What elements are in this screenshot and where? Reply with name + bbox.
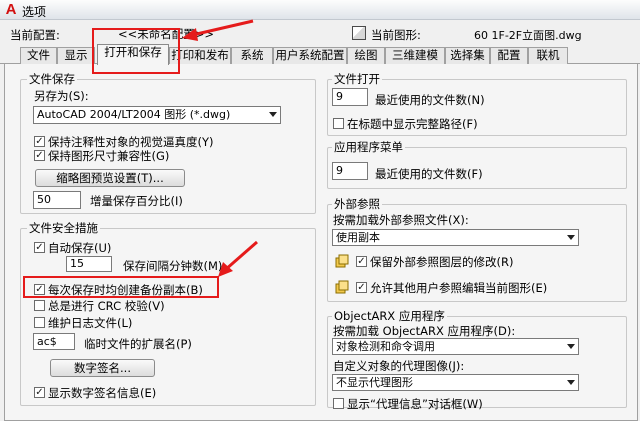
crc-check-label: 总是进行 CRC 校验(V) xyxy=(48,299,165,313)
file-open-legend: 文件打开 xyxy=(332,71,382,87)
incremental-save-label: 增量保存百分比(I) xyxy=(90,194,183,208)
show-proxy-dialog-checkbox[interactable] xyxy=(333,398,344,409)
keep-annotative-checkbox[interactable]: ✓ xyxy=(34,136,45,147)
tab-profiles[interactable]: 配置 xyxy=(490,47,528,64)
open-recent-files-input[interactable]: 9 xyxy=(332,88,368,106)
temp-extension-label: 临时文件的扩展名(P) xyxy=(84,337,192,351)
arx-demand-load-dropdown[interactable]: 对象检测和命令调用 xyxy=(332,338,579,355)
xref-layer-icon xyxy=(335,254,349,268)
xref-demand-load-label: 按需加载外部参照文件(X): xyxy=(333,213,469,227)
tab-display[interactable]: 显示 xyxy=(57,47,95,64)
chevron-down-icon xyxy=(567,344,575,349)
show-signature-checkbox[interactable]: ✓ xyxy=(34,387,45,398)
header-info: 当前配置: <<未命名配置>> 当前图形: 60 1F-2F立面图.dwg xyxy=(0,20,640,42)
incremental-save-input[interactable]: 50 xyxy=(33,191,81,209)
thumbnail-settings-button[interactable]: 缩略图预览设置(T)... xyxy=(35,169,185,187)
title-bar: A 选项 xyxy=(0,0,640,20)
menu-recent-files-input[interactable]: 9 xyxy=(332,162,368,180)
current-profile-value: <<未命名配置>> xyxy=(118,27,215,41)
crc-check-checkbox[interactable] xyxy=(34,300,45,311)
show-proxy-dialog-label: 显示“代理信息”对话框(W) xyxy=(347,397,483,411)
keep-drawing-size-checkbox[interactable]: ✓ xyxy=(34,150,45,161)
save-as-dropdown[interactable]: AutoCAD 2004/LT2004 图形 (*.dwg) xyxy=(33,106,281,124)
proxy-images-dropdown[interactable]: 不显示代理图形 xyxy=(332,374,579,391)
tab-selection[interactable]: 选择集 xyxy=(445,47,490,64)
save-as-value: AutoCAD 2004/LT2004 图形 (*.dwg) xyxy=(37,108,231,121)
tab-open-and-save[interactable]: 打开和保存 xyxy=(97,44,169,65)
xref-edit-icon xyxy=(335,280,349,294)
drawing-file-icon xyxy=(352,26,366,40)
chevron-down-icon xyxy=(567,380,575,385)
proxy-images-label: 自定义对象的代理图像(J): xyxy=(333,359,465,373)
file-safety-legend: 文件安全措施 xyxy=(27,220,100,236)
tab-system[interactable]: 系统 xyxy=(231,47,273,64)
show-signature-label: 显示数字签名信息(E) xyxy=(48,386,157,400)
full-path-label: 在标题中显示完整路径(F) xyxy=(347,117,478,131)
log-file-label: 维护日志文件(L) xyxy=(48,316,133,330)
proxy-images-value: 不显示代理图形 xyxy=(336,376,413,389)
tab-online[interactable]: 联机 xyxy=(528,47,568,64)
keep-drawing-size-label: 保持图形尺寸兼容性(G) xyxy=(48,149,170,163)
arx-demand-load-value: 对象检测和命令调用 xyxy=(336,340,435,353)
autosave-minutes-input[interactable]: 15 xyxy=(66,256,112,272)
arx-demand-load-label: 按需加载 ObjectARX 应用程序(D): xyxy=(333,324,516,338)
autosave-label: 自动保存(U) xyxy=(48,241,112,255)
file-save-legend: 文件保存 xyxy=(27,71,77,87)
tab-user-preferences[interactable]: 用户系统配置 xyxy=(273,47,347,64)
autocad-logo-icon: A xyxy=(5,1,17,18)
digital-signature-button[interactable]: 数字签名... xyxy=(50,359,155,377)
save-as-label: 另存为(S): xyxy=(34,89,89,103)
allow-xref-edit-label: 允许其他用户参照编辑当前图形(E) xyxy=(370,281,548,295)
log-file-checkbox[interactable] xyxy=(34,317,45,328)
app-menu-legend: 应用程序菜单 xyxy=(332,139,405,155)
allow-xref-edit-checkbox[interactable]: ✓ xyxy=(356,282,367,293)
backup-copy-checkbox[interactable]: ✓ xyxy=(34,284,45,295)
current-drawing-value: 60 1F-2F立面图.dwg xyxy=(474,29,582,42)
retain-xref-changes-checkbox[interactable]: ✓ xyxy=(356,256,367,267)
open-recent-files-label: 最近使用的文件数(N) xyxy=(375,93,485,107)
tab-drafting[interactable]: 绘图 xyxy=(347,47,385,64)
backup-copy-label: 每次保存时均创建备份副本(B) xyxy=(48,283,203,297)
retain-xref-changes-label: 保留外部参照图层的修改(R) xyxy=(370,255,514,269)
objectarx-legend: ObjectARX 应用程序 xyxy=(332,308,447,324)
xref-demand-load-value: 使用副本 xyxy=(336,231,380,244)
tab-strip: 文件 显示 打开和保存 打印和发布 系统 用户系统配置 绘图 三维建模 选择集 … xyxy=(0,44,640,65)
tab-files[interactable]: 文件 xyxy=(20,47,57,64)
chevron-down-icon xyxy=(269,112,277,117)
current-profile-label: 当前配置: xyxy=(10,28,60,42)
chevron-down-icon xyxy=(567,235,575,240)
tab-plot-and-publish[interactable]: 打印和发布 xyxy=(169,47,231,64)
window-title: 选项 xyxy=(22,5,47,19)
temp-extension-input[interactable]: ac$ xyxy=(33,333,75,350)
xref-demand-load-dropdown[interactable]: 使用副本 xyxy=(332,229,579,246)
autosave-minutes-label: 保存间隔分钟数(M) xyxy=(123,259,223,273)
current-drawing-label: 当前图形: xyxy=(371,28,421,42)
autosave-checkbox[interactable]: ✓ xyxy=(34,242,45,253)
full-path-checkbox[interactable] xyxy=(333,118,344,129)
tab-3d-modeling[interactable]: 三维建模 xyxy=(385,47,445,64)
xref-legend: 外部参照 xyxy=(332,196,382,212)
menu-recent-files-label: 最近使用的文件数(F) xyxy=(375,167,483,181)
